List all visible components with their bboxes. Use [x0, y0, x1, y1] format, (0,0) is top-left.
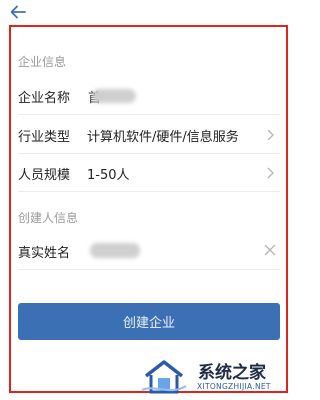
redacted-real-name[interactable] — [90, 243, 140, 258]
industry-type-label: 行业类型 — [18, 130, 71, 145]
company-name-row[interactable]: 企业名称 首 — [18, 77, 280, 115]
real-name-label: 真实姓名 — [18, 246, 71, 261]
top-bar — [0, 0, 297, 24]
chevron-right-icon[interactable] — [267, 129, 274, 141]
redacted-company-name — [92, 89, 136, 103]
industry-type-value: 计算机软件/硬件/信息服务 — [87, 130, 239, 145]
industry-type-row[interactable]: 行业类型 计算机软件/硬件/信息服务 — [18, 116, 280, 154]
site-watermark: 系统之家 XITONGZHIJIA.NET — [140, 352, 297, 400]
house-logo-icon — [141, 360, 187, 394]
watermark-title: 系统之家 — [198, 363, 266, 383]
creator-info-heading: 创建人信息 — [18, 211, 79, 225]
clear-x-icon[interactable] — [264, 244, 276, 256]
staff-size-row[interactable]: 人员规模 1-50人 — [18, 154, 280, 192]
watermark-url: XITONGZHIJIA.NET — [197, 382, 271, 391]
company-name-label: 企业名称 — [18, 91, 71, 106]
create-company-button[interactable]: 创建企业 — [18, 303, 280, 340]
arrow-left-icon[interactable] — [10, 5, 26, 19]
company-info-heading: 企业信息 — [18, 55, 67, 69]
staff-size-label: 人员规模 — [18, 168, 71, 183]
staff-size-value: 1-50人 — [87, 168, 130, 183]
real-name-row[interactable]: 真实姓名 — [18, 232, 280, 270]
chevron-right-icon[interactable] — [267, 167, 274, 179]
